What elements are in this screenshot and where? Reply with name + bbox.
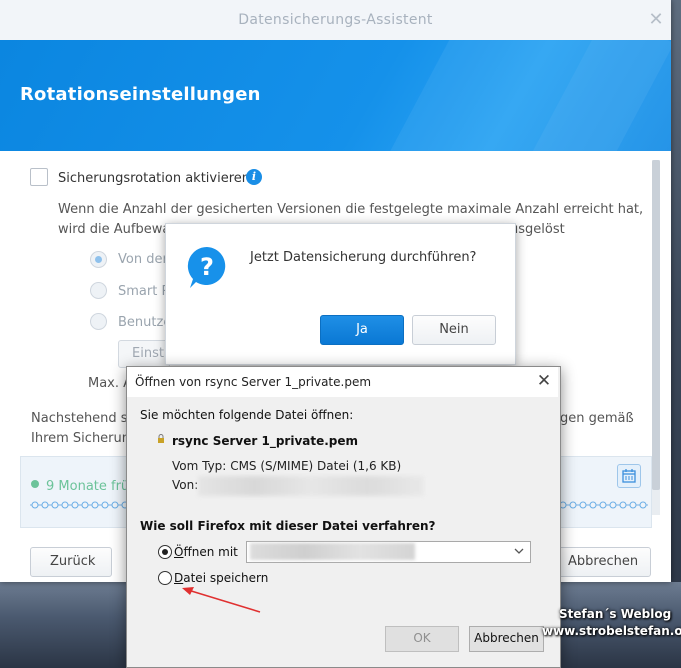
timeline-description: Ihrem Sicherun bbox=[31, 431, 130, 446]
rotation-option-label: Von der bbox=[118, 252, 168, 267]
watermark: www.strobelstefan.org bbox=[542, 624, 681, 638]
file-type-value: CMS (S/MIME) Datei (1,6 KB) bbox=[230, 459, 402, 473]
ok-button-label: OK bbox=[413, 631, 431, 645]
wizard-close-icon[interactable]: ✕ bbox=[646, 10, 666, 30]
file-type-label: Vom Typ: bbox=[172, 459, 227, 473]
rotation-option-radio[interactable] bbox=[90, 313, 107, 330]
no-button-label: Nein bbox=[439, 322, 469, 337]
timeline-track bbox=[30, 501, 130, 509]
file-type: Vom Typ: CMS (S/MIME) Datei (1,6 KB) bbox=[172, 459, 401, 473]
timeline-track bbox=[558, 501, 648, 509]
wizard-cancel-label: Abbrechen bbox=[568, 554, 639, 569]
info-icon[interactable]: i bbox=[246, 169, 262, 185]
watermark: Stefan´s Weblog bbox=[559, 607, 672, 621]
annotation-arrow-icon bbox=[182, 587, 261, 613]
lock-file-icon bbox=[158, 434, 164, 443]
redacted-source bbox=[198, 476, 424, 496]
firefox-close-icon[interactable]: ✕ bbox=[534, 370, 554, 392]
rotation-option-label: Smart R bbox=[118, 284, 171, 299]
timeline-description: gen gemäß bbox=[560, 411, 634, 426]
settings-button-label: Einst bbox=[132, 346, 164, 361]
description-text: Wenn die Anzahl der gesicherten Versione… bbox=[58, 202, 644, 217]
timeline-label: 9 Monate frü bbox=[46, 479, 130, 494]
description-text: usgelöst bbox=[510, 222, 565, 237]
back-button-label: Zurück bbox=[50, 554, 96, 569]
action-question: Wie soll Firefox mit dieser Datei verfah… bbox=[140, 519, 436, 533]
rotation-label: Sicherungsrotation aktivieren bbox=[58, 171, 251, 186]
calendar-icon-glyph bbox=[622, 469, 636, 483]
open-file-intro: Sie möchten folgende Datei öffnen: bbox=[140, 408, 354, 422]
open-with-radio[interactable] bbox=[158, 545, 172, 559]
description-text: wird die Aufbewa bbox=[58, 222, 171, 237]
question-icon: ? bbox=[187, 246, 226, 288]
rotation-checkbox[interactable] bbox=[30, 168, 48, 186]
wizard-scrollbar-thumb[interactable] bbox=[652, 160, 660, 490]
rotation-option-radio[interactable] bbox=[90, 282, 107, 299]
yes-button-label: Ja bbox=[356, 322, 368, 337]
file-name: rsync Server 1_private.pem bbox=[172, 434, 359, 448]
firefox-cancel-label: Abbrechen bbox=[474, 631, 539, 645]
calendar-icon[interactable] bbox=[617, 464, 641, 488]
file-source-label: Von: bbox=[172, 478, 199, 492]
radio-selected-dot bbox=[162, 549, 168, 555]
timeline-marker bbox=[31, 480, 39, 488]
open-with-label: Öffnen mit bbox=[174, 545, 238, 559]
rotation-option-radio[interactable] bbox=[90, 251, 107, 268]
rotation-option-label: Benutze bbox=[118, 315, 172, 330]
page-title: Rotationseinstellungen bbox=[20, 84, 261, 105]
open-with-text: ffnen mit bbox=[183, 545, 238, 559]
firefox-dialog-title: Öffnen von rsync Server 1_private.pem bbox=[135, 375, 372, 389]
confirm-message: Jetzt Datensicherung durchführen? bbox=[250, 250, 477, 265]
svg-text:?: ? bbox=[200, 253, 214, 281]
timeline-description: Nachstehend se bbox=[31, 411, 136, 426]
redacted-application bbox=[250, 543, 415, 560]
wizard-title: Datensicherungs-Assistent bbox=[238, 12, 433, 28]
chevron-down-icon[interactable] bbox=[512, 543, 526, 559]
radio-selected-dot bbox=[95, 256, 102, 263]
save-file-radio[interactable] bbox=[158, 571, 172, 585]
